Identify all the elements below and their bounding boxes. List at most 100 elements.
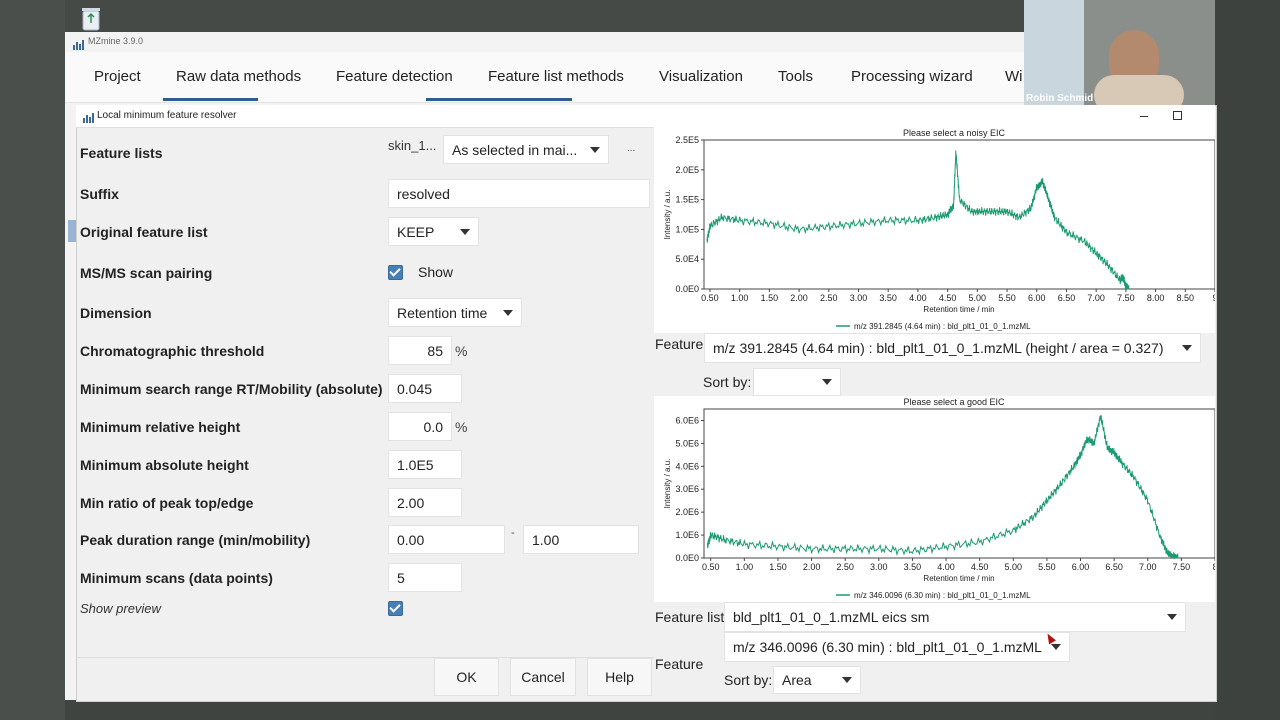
dialog-logo-icon	[83, 110, 94, 123]
good-feature-list-label: Feature list	[655, 609, 725, 625]
menu-tools[interactable]: Tools	[778, 68, 813, 85]
x-tick-label: 6.50	[1105, 562, 1123, 572]
x-tick-label: 0.50	[701, 293, 719, 303]
x-tick-label: 6.50	[1058, 293, 1076, 303]
x-axis-label: Retention time / min	[923, 574, 994, 583]
dialog-titlebar	[76, 105, 1215, 128]
dimension-select[interactable]: Retention time	[388, 298, 522, 327]
y-tick-label: 2.5E5	[675, 135, 699, 145]
x-tick-label: 1.00	[731, 293, 749, 303]
good-feature-list-select[interactable]: bld_plt1_01_0_1.mzML eics sm	[724, 602, 1186, 632]
x-tick-label: 3.50	[904, 562, 922, 572]
min-scans-input[interactable]: 5	[388, 563, 462, 592]
y-tick-label: 5.0E4	[675, 254, 699, 264]
minimize-icon[interactable]	[1140, 116, 1148, 117]
x-tick-label: 7.00	[1087, 293, 1105, 303]
menu-feature-list-methods[interactable]: Feature list methods	[488, 68, 624, 85]
min-relative-height-input[interactable]: 0.0	[388, 412, 452, 441]
x-tick-label: 2.00	[790, 293, 808, 303]
menu-raw-data-methods[interactable]: Raw data methods	[176, 68, 301, 85]
min-search-range-input[interactable]: 0.045	[388, 374, 462, 403]
min-relative-height-unit: %	[455, 419, 468, 435]
noisy-sort-label: Sort by:	[703, 374, 752, 390]
min-scans-label: Minimum scans (data points)	[80, 570, 273, 586]
noisy-sort-select[interactable]	[753, 368, 841, 396]
x-tick-label: 5.50	[1038, 562, 1056, 572]
msms-show-checkbox[interactable]	[388, 265, 403, 280]
feature-lists-more-button[interactable]: ...	[627, 143, 635, 154]
menu-active-underline	[163, 98, 258, 101]
good-sort-select[interactable]: Area	[773, 666, 861, 694]
menu-processing-wizard[interactable]: Processing wizard	[851, 68, 973, 85]
webcam-background	[1024, 0, 1084, 108]
dimension-label: Dimension	[80, 305, 152, 321]
chrom-threshold-input[interactable]: 85	[388, 336, 452, 365]
good-eic-chart-panel[interactable]: Please select a good EIC 0.50 1.00 1.50 2.00…	[654, 396, 1218, 602]
webcam-name: Robin Schmid	[1026, 93, 1094, 104]
x-tick-label: 3.00	[870, 562, 888, 572]
ok-button[interactable]: OK	[434, 658, 499, 696]
x-tick-label: 1.00	[736, 562, 754, 572]
x-tick-label: 7.50	[1173, 562, 1191, 572]
good-eic-chart: Please select a good EIC 0.50 1.00 1.50 2.00…	[663, 397, 1218, 600]
menu-active-underline-2	[426, 98, 572, 101]
noisy-eic-chart-panel[interactable]: Please select a noisy EIC 0.50 1.00 1.50 2.0…	[654, 127, 1218, 333]
chrom-threshold-unit: %	[455, 343, 468, 359]
good-feature-select[interactable]: m/z 346.0096 (6.30 min) : bld_plt1_01_0_…	[724, 632, 1070, 662]
y-tick-label: 6.0E6	[675, 415, 699, 425]
x-axis-label: Retention time / min	[923, 305, 994, 314]
recycle-bin-icon[interactable]	[80, 5, 102, 31]
plot-frame	[703, 139, 1216, 290]
noisy-feature-select[interactable]: m/z 391.2845 (4.64 min) : bld_plt1_01_0_…	[704, 333, 1201, 363]
min-absolute-height-input[interactable]: 1.0E5	[388, 450, 462, 479]
feature-lists-select[interactable]: As selected in mai...	[443, 135, 609, 164]
cancel-button[interactable]: Cancel	[510, 658, 576, 696]
eic-series-line	[706, 150, 1130, 290]
show-preview-label: Show preview	[80, 601, 161, 616]
x-tick-label: 8.00	[1147, 293, 1165, 303]
good-feature-label: Feature	[655, 656, 704, 672]
y-tick-label: 2.0E6	[675, 507, 699, 517]
x-tick-label: 4.00	[909, 293, 927, 303]
dialog-title: Local minimum feature resolver	[97, 110, 237, 121]
maximize-icon[interactable]	[1173, 111, 1182, 120]
y-tick-label: 1.0E6	[675, 530, 699, 540]
x-tick-label: 2.50	[820, 293, 838, 303]
feature-lists-value: skin_1...	[388, 138, 437, 153]
peak-duration-max-input[interactable]: 1.00	[523, 525, 639, 554]
menu-visualization[interactable]: Visualization	[659, 68, 743, 85]
x-tick-label: 4.00	[937, 562, 955, 572]
y-tick-label: 3.0E6	[675, 484, 699, 494]
noisy-eic-chart: Please select a noisy EIC 0.50 1.00 1.50 2.0…	[663, 128, 1218, 331]
x-tick-label: 2.00	[803, 562, 821, 572]
show-preview-checkbox[interactable]	[388, 601, 403, 616]
x-tick-label: 6.00	[1028, 293, 1046, 303]
y-tick-label: 5.0E6	[675, 438, 699, 448]
x-tick-label: 9	[1212, 293, 1215, 303]
y-tick-label: 4.0E6	[675, 461, 699, 471]
x-tick-label: 2.50	[836, 562, 854, 572]
suffix-input[interactable]: resolved	[388, 179, 650, 208]
menu-feature-detection[interactable]: Feature detection	[336, 68, 453, 85]
x-tick-label: 1.50	[769, 562, 787, 572]
min-relative-height-label: Minimum relative height	[80, 419, 241, 435]
y-tick-label: 2.0E5	[675, 165, 699, 175]
msms-show-label: Show	[418, 264, 454, 280]
window-title: MZmine 3.9.0	[88, 36, 144, 46]
peak-duration-min-input[interactable]: 0.00	[388, 525, 505, 554]
chart-title: Please select a good EIC	[903, 397, 1005, 407]
x-tick-label: 8	[1212, 562, 1215, 572]
webcam-overlay: Robin Schmid	[1024, 0, 1215, 108]
app-logo-icon	[73, 37, 84, 50]
help-button[interactable]: Help	[587, 658, 652, 696]
background-list-marker	[68, 220, 76, 242]
legend-entry: m/z 346.0096 (6.30 min) : bld_plt1_01_0_…	[854, 591, 1031, 600]
menu-window[interactable]: Wi	[1005, 68, 1023, 85]
x-tick-label: 1.50	[761, 293, 779, 303]
menu-project[interactable]: Project	[94, 68, 141, 85]
chart-title: Please select a noisy EIC	[903, 128, 1006, 138]
feature-lists-label: Feature lists	[80, 145, 163, 161]
x-tick-label: 6.00	[1072, 562, 1090, 572]
min-ratio-input[interactable]: 2.00	[388, 488, 462, 517]
original-feature-list-select[interactable]: KEEP	[388, 217, 479, 246]
